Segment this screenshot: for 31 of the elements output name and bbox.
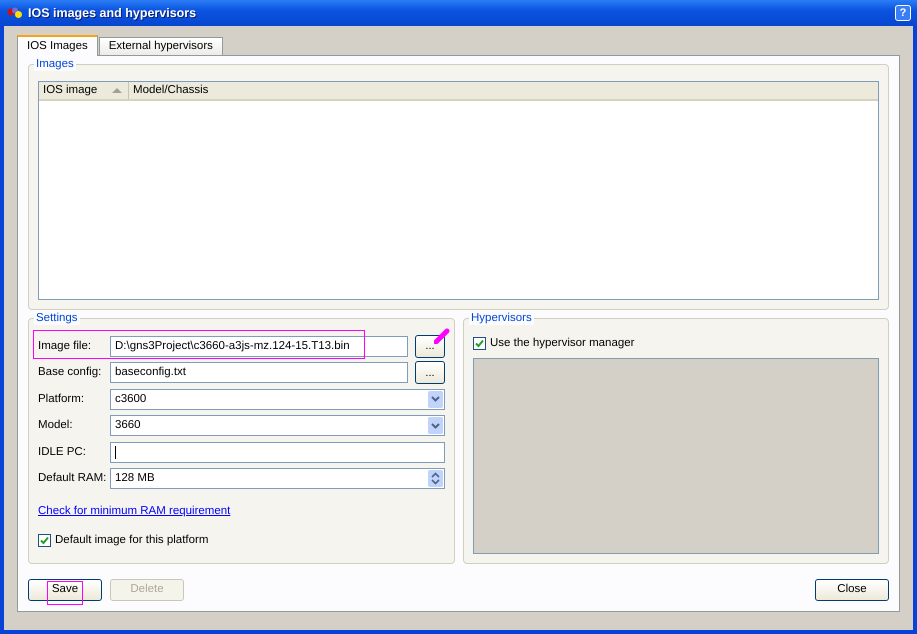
column-header[interactable]: IOS image	[39, 82, 129, 99]
group-title: Hypervisors	[469, 312, 534, 325]
group-title: Settings	[34, 312, 80, 325]
dialog-button[interactable]: Close	[815, 579, 889, 601]
tab[interactable]: External hypervisors	[98, 37, 223, 55]
field-label: IDLE PC:	[38, 444, 87, 460]
field-label: Platform:	[38, 392, 86, 407]
spin-arrows-icon[interactable]	[428, 470, 443, 488]
browse-button[interactable]: ...	[415, 361, 445, 384]
group-title: Images	[34, 58, 76, 71]
ram-check-link[interactable]: Check for minimum RAM requirement	[38, 505, 230, 517]
window-title: IOS images and hypervisors	[28, 4, 196, 22]
input-field[interactable]	[110, 442, 445, 463]
spin-box[interactable]: 128 MB	[110, 468, 445, 490]
checkbox[interactable]	[38, 534, 51, 548]
path-field[interactable]: D:\gns3Project\c3660-a3js-mz.124-15.T13.bin	[110, 336, 408, 357]
field-label: Model:	[38, 418, 74, 434]
field-label: Base config:	[38, 365, 102, 380]
checkbox[interactable]	[473, 337, 486, 350]
tab[interactable]: IOS Images	[17, 35, 98, 56]
column-header[interactable]: Model/Chassis	[129, 82, 212, 99]
dropdown[interactable]: 3660	[110, 415, 445, 436]
checkbox-label: Use the hypervisor manager	[490, 336, 634, 351]
app-icon	[7, 7, 23, 19]
dropdown[interactable]: c3600	[110, 388, 445, 410]
field-label: Default RAM:	[38, 471, 108, 486]
help-button[interactable]: ?	[895, 5, 911, 21]
browse-button[interactable]: ...	[415, 334, 445, 358]
checkbox-label: Default image for this platform	[55, 533, 208, 548]
path-field[interactable]: baseconfig.txt	[110, 362, 408, 384]
field-label: Image file:	[38, 338, 92, 354]
